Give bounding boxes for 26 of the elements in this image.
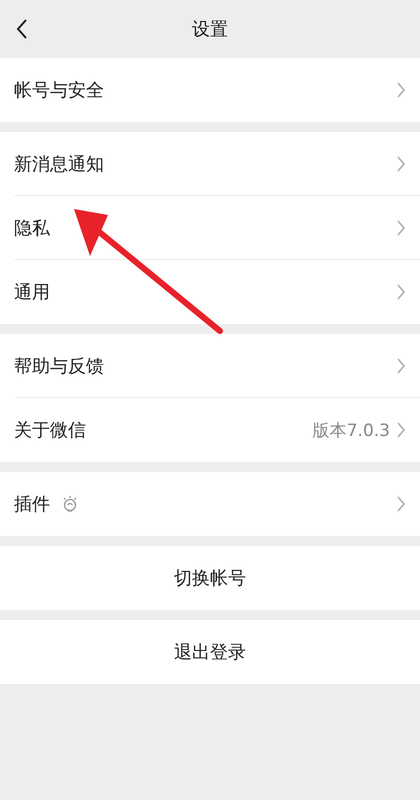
item-label: 帮助与反馈 — [14, 355, 104, 378]
settings-item[interactable]: 帐号与安全 — [0, 58, 420, 122]
chevron-right-icon — [396, 155, 406, 173]
page-title: 设置 — [192, 18, 228, 41]
action-button[interactable]: 退出登录 — [0, 620, 420, 684]
item-label: 帐号与安全 — [14, 79, 104, 102]
action-button[interactable]: 切换帐号 — [0, 546, 420, 610]
item-label: 新消息通知 — [14, 153, 104, 176]
item-label: 关于微信 — [14, 419, 86, 442]
settings-item[interactable]: 帮助与反馈 — [0, 334, 420, 398]
chevron-right-icon — [396, 495, 406, 513]
item-label: 隐私 — [14, 217, 50, 240]
settings-item[interactable]: 关于微信 版本7.0.3 — [0, 398, 420, 462]
chevron-right-icon — [396, 81, 406, 99]
settings-item[interactable]: 通用 — [0, 260, 420, 324]
version-text: 版本7.0.3 — [312, 420, 390, 442]
chevron-right-icon — [396, 357, 406, 375]
back-icon — [16, 19, 28, 39]
chevron-right-icon — [396, 283, 406, 301]
settings-item[interactable]: 插件 — [0, 472, 420, 536]
settings-item[interactable]: 隐私 — [0, 196, 420, 260]
item-label: 通用 — [14, 281, 50, 304]
settings-item[interactable]: 新消息通知 — [0, 132, 420, 196]
chevron-right-icon — [396, 219, 406, 237]
chevron-right-icon — [396, 421, 406, 439]
item-label: 插件 — [14, 493, 50, 516]
